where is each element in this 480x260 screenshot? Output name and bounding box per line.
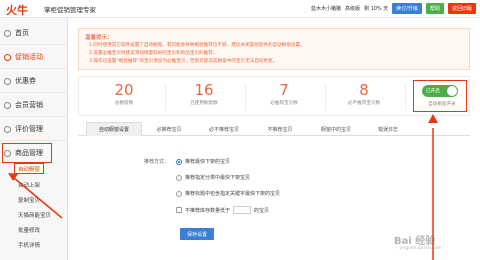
tab-in-showcase[interactable]: 橱窗中的宝贝 — [308, 122, 364, 136]
stat-used: 16 已使用橱窗数 — [190, 81, 218, 106]
stock-threshold-input[interactable] — [233, 206, 252, 214]
sidebar-item-promotions[interactable]: 促销活动 — [0, 48, 68, 66]
save-settings-button[interactable]: 保存设置 — [180, 228, 214, 240]
tab-bar: 自动橱窗设置 必推荐宝贝 必不推荐宝贝 不推荐宝贝 橱窗中的宝贝 错误日志 — [78, 122, 470, 136]
promotion-icon — [4, 53, 11, 61]
old-version-button[interactable]: 返回旧版 — [447, 3, 476, 14]
notice-box: 温馨提示： 1.同时使用其它软件设置了自动橱窗，有可能会导致橱窗推荐位不够，建议… — [78, 28, 470, 70]
sidebar-item-label: 首页 — [15, 29, 29, 37]
toggle-highlight: 已开启 自动橱窗开关 — [413, 80, 467, 112]
watermark-sub: jingyan.baidu.com — [400, 246, 442, 251]
app-title: 掌柜促销管理专家 — [44, 6, 96, 14]
days-left: 剩 10% 天 — [363, 6, 389, 12]
stat-must-not: 8 必不推荐宝贝数 — [347, 81, 381, 106]
radio-icon[interactable] — [176, 158, 182, 165]
subitem-auto-listing[interactable]: 自动上架 — [18, 181, 40, 189]
option-category[interactable]: 推荐指定分类中最快下架宝贝 — [176, 174, 250, 181]
radio-icon[interactable] — [176, 174, 182, 181]
review-icon — [4, 125, 11, 133]
notice-title: 温馨提示： — [85, 35, 113, 41]
tab-auto-settings[interactable]: 自动橱窗设置 — [86, 122, 142, 136]
notice-line: 1.同时使用其它软件设置了自动橱窗，有可能会导致橱窗推荐位不够，建议关闭其他软件… — [89, 43, 305, 48]
stat-must: 7 必推荐宝贝数 — [270, 81, 298, 106]
subitem-batch-edit[interactable]: 批量修改 — [18, 226, 40, 234]
tab-must[interactable]: 必推荐宝贝 — [144, 122, 194, 136]
notice-line: 3.操作已设置“橱窗推荐”的宝贝添加为必推宝贝，否则可能造成橱窗中的宝贝无法自动… — [89, 59, 278, 64]
sidebar-item-coupons[interactable]: 优惠券 — [0, 72, 68, 90]
highlight-products — [2, 143, 52, 163]
subitem-copy-items[interactable]: 复制宝贝 — [18, 196, 40, 204]
option-stock[interactable]: 不推荐库存数量低于 的宝贝 — [176, 206, 269, 214]
radio-icon[interactable] — [176, 190, 182, 197]
subitem-tmall-items[interactable]: 天猫商能宝贝 — [18, 211, 51, 219]
user-info[interactable]: 蓝木木小猪猪 — [311, 5, 341, 12]
sidebar-item-home[interactable]: 首页 — [0, 24, 68, 42]
toggle-label: 自动橱窗开关 — [428, 102, 456, 107]
version-label: 高级版 — [344, 6, 360, 12]
sidebar-item-members[interactable]: 会员营销 — [0, 96, 68, 114]
sidebar-item-label: 促销活动 — [15, 53, 43, 61]
sidebar-item-reviews[interactable]: 评价管理 — [0, 120, 68, 138]
toggle-knob — [447, 86, 457, 96]
renew-button[interactable]: 续订/升级 — [392, 3, 422, 14]
checkbox-icon[interactable] — [176, 207, 182, 213]
auto-showcase-toggle[interactable]: 已开启 — [422, 85, 458, 97]
tab-error-log[interactable]: 错误日志 — [366, 122, 410, 136]
option-keyword[interactable]: 推荐标题中包含指定关键字最快下架的宝贝 — [176, 190, 280, 197]
top-right-area: 蓝木木小猪猪 高级版 剩 10% 天 续订/升级 帮助 返回旧版 — [311, 3, 476, 14]
sidebar: 首页 促销活动 优惠券 会员营销 评价管理 商品管理 自动橱窗 自动上架 复制宝… — [0, 18, 68, 260]
sidebar-item-label: 评价管理 — [15, 125, 43, 133]
tab-must-not[interactable]: 必不推荐宝贝 — [196, 122, 252, 136]
watermark: Bai 经验 — [394, 236, 436, 247]
notice-line: 2.设置必推宝贝时建议添加销量较好的宝贝和新品宝贝的推荐。 — [89, 51, 218, 56]
subitem-auto-showcase[interactable]: 自动橱窗 — [14, 163, 44, 174]
sidebar-item-label: 会员营销 — [15, 101, 43, 109]
stat-total: 20 总橱窗数 — [114, 81, 134, 106]
stats-panel: 20 总橱窗数 16 已使用橱窗数 7 必推荐宝贝数 8 必不推荐宝贝数 已开启… — [78, 76, 470, 116]
tab-not-recommend[interactable]: 不推荐宝贝 — [254, 122, 306, 136]
subitem-mobile-detail[interactable]: 手机详情 — [18, 241, 40, 249]
top-bar: 火牛 掌柜促销管理专家 蓝木木小猪猪 高级版 剩 10% 天 续订/升级 帮助 … — [0, 0, 480, 18]
option-fastest[interactable]: 推荐最快下架的宝贝 — [176, 158, 230, 165]
coupon-icon — [4, 77, 11, 85]
recommend-mode-label: 推荐方式： — [144, 159, 170, 165]
sidebar-item-label: 优惠券 — [15, 77, 36, 85]
home-icon — [4, 29, 11, 37]
help-button[interactable]: 帮助 — [425, 3, 444, 14]
app-logo: 火牛 — [6, 4, 28, 17]
member-icon — [4, 101, 11, 109]
